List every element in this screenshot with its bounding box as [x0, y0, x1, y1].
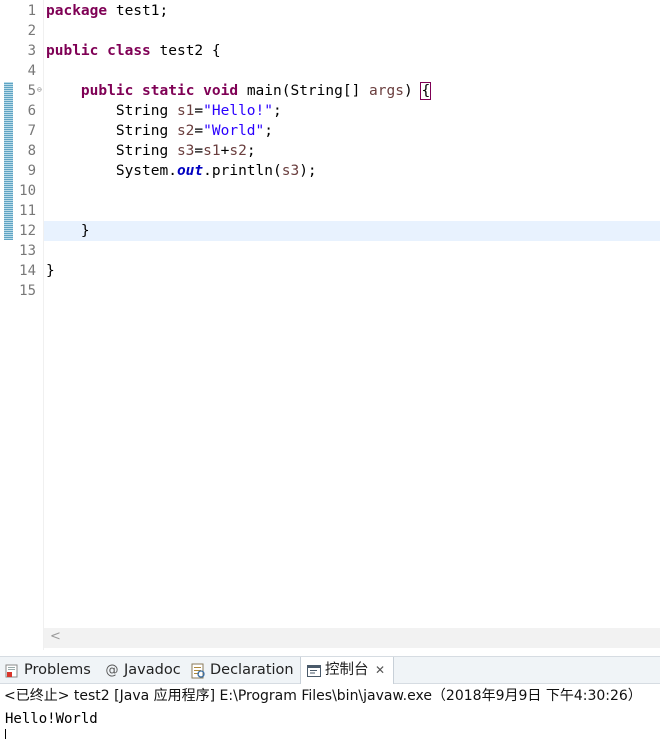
line-number: 10	[19, 183, 36, 199]
code-line[interactable]: String s1="Hello!";	[44, 101, 660, 121]
tab-javadoc[interactable]: @ Javadoc	[104, 657, 188, 684]
local-variable: s3	[176, 143, 195, 159]
line-number: 7	[27, 123, 36, 139]
tab-problems[interactable]: Problems	[4, 657, 102, 684]
horizontal-scrollbar[interactable]: <	[44, 628, 660, 648]
code-editor[interactable]: 1 2 3 4 5 ⊖ 6 7 8 9 10 11 12 13 14 15 pa…	[0, 0, 660, 650]
code-text: ;	[246, 143, 256, 159]
problems-icon	[5, 664, 18, 678]
line-number: 4	[27, 63, 36, 79]
tab-label: Javadoc	[124, 662, 181, 678]
line-number: 2	[27, 23, 36, 39]
keyword: public	[46, 43, 99, 59]
code-line[interactable]: String s3=s1+s2;	[44, 141, 660, 161]
local-variable: s3	[281, 163, 300, 179]
keyword: class	[107, 43, 151, 59]
static-field: out	[176, 163, 204, 179]
code-text: .println(	[203, 163, 282, 179]
code-line[interactable]: System.out.println(s3);	[44, 161, 660, 181]
line-number: 11	[19, 203, 36, 219]
view-tab-bar: Problems @ Javadoc Declaration 控制台 ✕	[0, 656, 660, 685]
keyword: package	[46, 3, 108, 19]
code-text: test2 {	[150, 43, 221, 59]
line-number: 12	[19, 223, 36, 239]
line-number: 8	[27, 143, 36, 159]
code-text: String	[115, 143, 177, 159]
code-line[interactable]: package test1;	[44, 1, 660, 21]
tab-label: Problems	[24, 662, 91, 678]
code-text: ;	[264, 123, 273, 139]
console-process-label: <已终止> test2 [Java 应用程序] E:\Program Files…	[0, 684, 660, 708]
local-variable: s1	[203, 143, 221, 159]
code-line[interactable]: public class test2 {	[44, 41, 660, 61]
code-text: =	[194, 143, 204, 159]
code-text: }	[46, 263, 55, 279]
line-number: 1	[27, 3, 36, 19]
code-line[interactable]: String s2="World";	[44, 121, 660, 141]
local-variable: s1	[176, 103, 195, 119]
code-line[interactable]: }	[44, 261, 660, 281]
string-literal: "World"	[203, 123, 265, 139]
line-number: 9	[27, 163, 36, 179]
keyword: static	[142, 83, 195, 99]
line-number: 15	[19, 283, 36, 299]
line-number: 3	[27, 43, 36, 59]
matching-bracket: {	[420, 82, 432, 100]
line-number: 13	[19, 243, 36, 259]
code-text: =	[194, 103, 204, 119]
code-text: String	[115, 103, 177, 119]
change-marker-strip	[4, 82, 13, 240]
declaration-icon	[191, 663, 205, 679]
current-line[interactable]: }	[44, 221, 660, 241]
code-line[interactable]: public static void main(String[] args) {	[44, 81, 660, 101]
keyword: void	[203, 83, 239, 99]
line-number: 6	[27, 103, 36, 119]
console-output-area[interactable]: Hello!World	[0, 708, 660, 739]
code-text: System.	[115, 163, 177, 179]
tab-declaration[interactable]: Declaration	[190, 657, 298, 684]
fold-collapse-icon[interactable]: ⊖	[37, 86, 43, 94]
close-icon[interactable]: ✕	[375, 657, 385, 684]
tab-label: Declaration	[210, 662, 294, 678]
code-text: String	[115, 123, 177, 139]
parameter: args	[369, 83, 404, 99]
keyword: public	[80, 83, 134, 99]
console-output-text: Hello!World	[5, 711, 98, 727]
javadoc-at-icon: @	[105, 663, 119, 678]
local-variable: s2	[229, 143, 247, 159]
code-text: main(String[]	[238, 83, 370, 99]
console-icon	[307, 665, 321, 677]
code-text: ;	[273, 103, 282, 119]
code-text: )	[403, 83, 422, 99]
line-number: 14	[19, 263, 36, 279]
tab-console[interactable]: 控制台 ✕	[300, 657, 394, 685]
code-text: );	[299, 163, 317, 179]
code-text-area[interactable]: package test1; public class test2 { publ…	[44, 0, 660, 626]
bottom-view-panel: Problems @ Javadoc Declaration 控制台 ✕ <已终…	[0, 650, 660, 739]
overview-ruler-left	[0, 0, 16, 650]
line-number: 5	[27, 83, 36, 99]
code-text: }	[80, 223, 90, 239]
local-variable: s2	[176, 123, 195, 139]
code-text: test1;	[107, 3, 169, 19]
text-caret	[5, 729, 6, 739]
code-text: =	[194, 123, 204, 139]
string-literal: "Hello!"	[203, 103, 273, 119]
scroll-left-icon[interactable]: <	[50, 629, 61, 644]
tab-label: 控制台	[325, 662, 369, 678]
